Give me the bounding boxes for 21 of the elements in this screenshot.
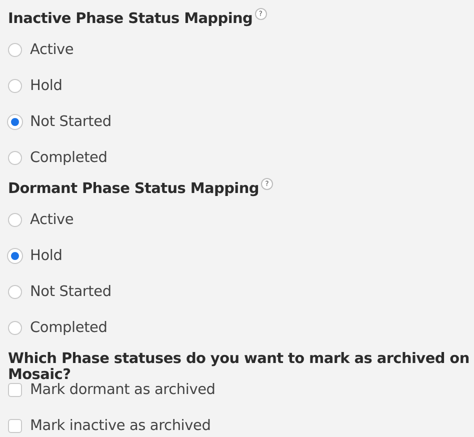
option-label: Active	[30, 212, 74, 228]
radio-button[interactable]	[8, 151, 22, 165]
option-label: Mark dormant as archived	[30, 382, 216, 398]
option-label: Hold	[30, 248, 62, 264]
option-label: Mark inactive as archived	[30, 418, 211, 434]
option-label: Completed	[30, 320, 108, 336]
section-heading: Inactive Phase Status Mapping	[8, 11, 253, 27]
section-heading: Which Phase statuses do you want to mark as archived on Mosaic?	[8, 351, 470, 383]
radio-button[interactable]	[8, 79, 22, 93]
radio-button[interactable]	[8, 43, 22, 57]
option-label: Completed	[30, 150, 108, 166]
option-label: Hold	[30, 78, 62, 94]
option-label: Active	[30, 42, 74, 58]
checkbox[interactable]	[8, 383, 22, 397]
radio-button[interactable]	[8, 213, 22, 227]
radio-button[interactable]	[8, 285, 22, 299]
checkbox[interactable]	[8, 419, 22, 433]
option-label: Not Started	[30, 284, 112, 300]
option-label: Not Started	[30, 114, 112, 130]
radio-button[interactable]	[8, 321, 22, 335]
section-heading: Dormant Phase Status Mapping	[8, 181, 259, 197]
